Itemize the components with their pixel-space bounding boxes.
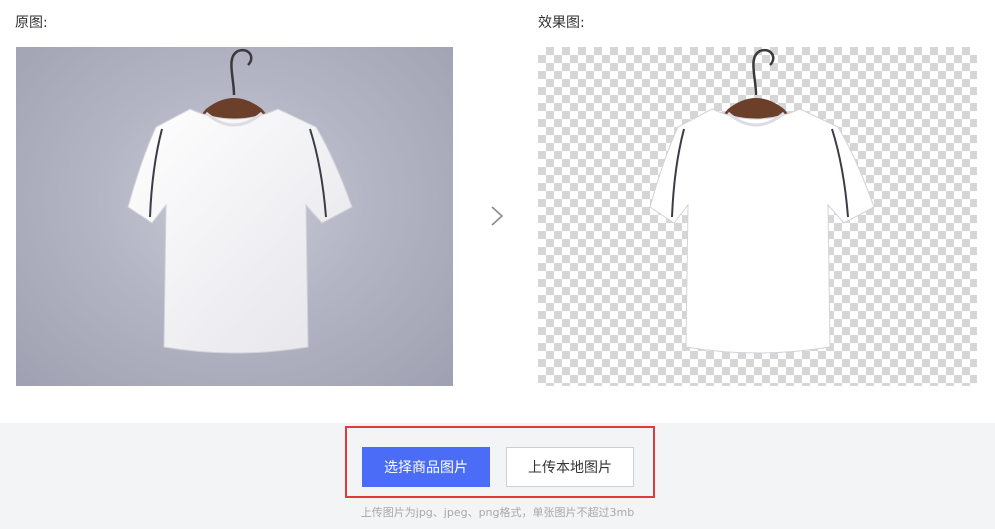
original-image	[16, 47, 453, 386]
upload-local-image-button[interactable]: 上传本地图片	[506, 447, 634, 487]
chevron-right-icon	[491, 206, 504, 226]
upload-actions-bar: 选择商品图片 上传本地图片 上传图片为jpg、jpeg、png格式，单张图片不超…	[0, 423, 995, 529]
original-image-label: 原图:	[15, 15, 48, 31]
select-product-image-button[interactable]: 选择商品图片	[362, 447, 490, 487]
result-image-label: 效果图:	[538, 15, 585, 31]
tshirt-on-hanger-image	[127, 48, 353, 354]
tshirt-cutout-image	[649, 48, 875, 354]
result-image	[538, 47, 977, 386]
upload-format-hint: 上传图片为jpg、jpeg、png格式，单张图片不超过3mb	[360, 506, 635, 519]
